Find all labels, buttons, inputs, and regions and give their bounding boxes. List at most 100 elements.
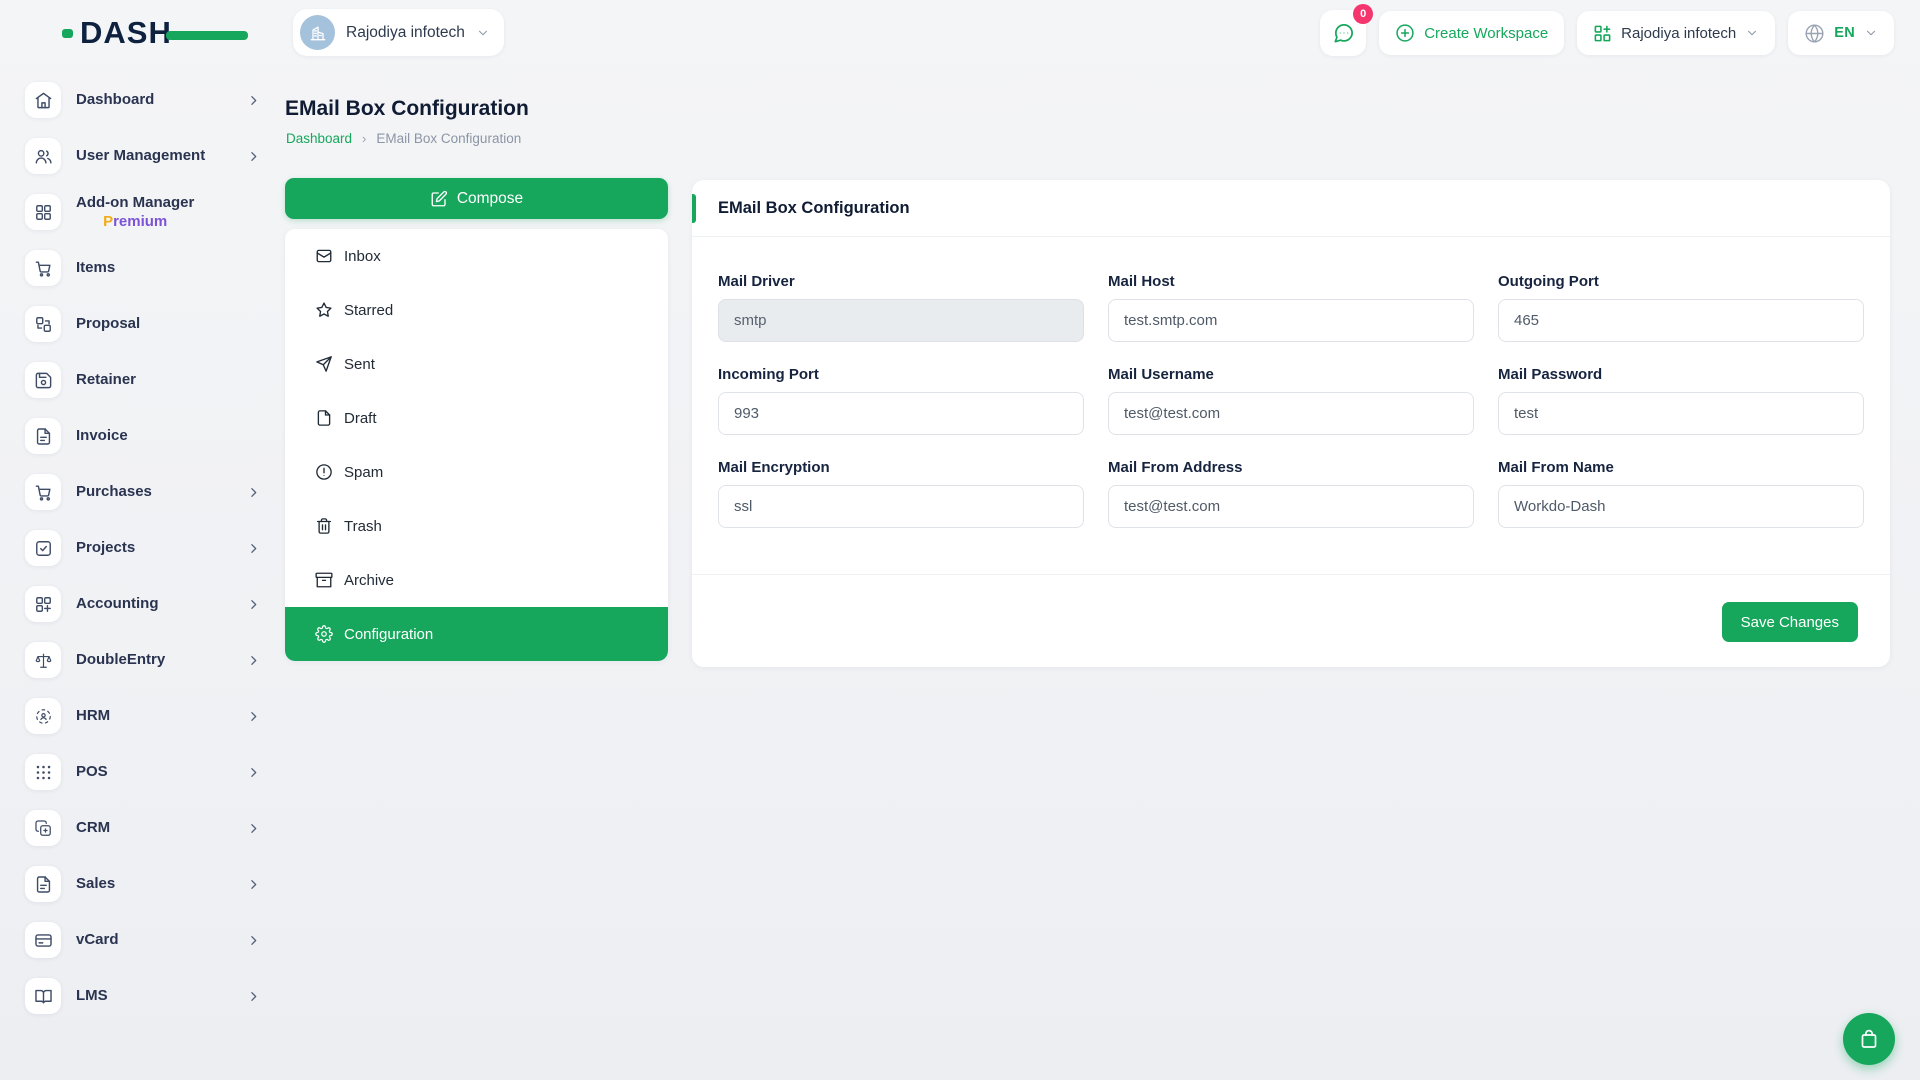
incoming-port-input[interactable] [718, 392, 1084, 435]
mail-host-input[interactable] [1108, 299, 1474, 342]
breadcrumb-separator-icon: › [362, 131, 366, 146]
cart-icon [25, 250, 61, 286]
mail-menu-card: Inbox Starred Sent Draft Spam [285, 229, 668, 661]
file-icon [315, 409, 333, 427]
floating-shop-button[interactable] [1843, 1013, 1895, 1065]
mail-menu-item-draft[interactable]: Draft [285, 391, 668, 445]
logo-bar-accent [166, 31, 248, 40]
sidebar-item-purchases[interactable]: Purchases [25, 464, 260, 520]
sidebar-item-retainer[interactable]: Retainer [25, 352, 260, 408]
sidebar-item-crm[interactable]: CRM [25, 800, 260, 856]
chat-button[interactable]: 0 [1320, 10, 1366, 56]
premium-badge: Premium [76, 212, 194, 232]
sidebar-item-proposal[interactable]: Proposal [25, 296, 260, 352]
check-square-icon [25, 530, 61, 566]
sidebar-item-items[interactable]: Items [25, 240, 260, 296]
create-workspace-button[interactable]: Create Workspace [1379, 11, 1564, 55]
building-avatar-icon [300, 15, 335, 50]
email-config-card: EMail Box Configuration Mail Driver Mail… [692, 180, 1890, 667]
topbar-actions: 0 Create Workspace Rajodiya infotech [1320, 10, 1894, 56]
field-mail-host: Mail Host [1108, 273, 1474, 342]
sidebar-item-vcard[interactable]: vCard [25, 912, 260, 968]
chevron-down-icon [1864, 26, 1878, 40]
mail-menu-item-archive[interactable]: Archive [285, 553, 668, 607]
field-mail-encryption: Mail Encryption [718, 459, 1084, 528]
logo-dash-accent [62, 29, 73, 38]
book-icon [25, 978, 61, 1014]
card-footer: Save Changes [692, 574, 1890, 667]
mail-menu-column: Compose Inbox Starred Sent Draft [285, 178, 668, 661]
sidebar-item-invoice[interactable]: Invoice [25, 408, 260, 464]
shopping-bag-icon [1857, 1027, 1881, 1051]
chevron-right-icon [247, 990, 260, 1003]
plus-circle-icon [1395, 23, 1415, 43]
compose-icon [430, 190, 448, 208]
sidebar-item-hrm[interactable]: HRM [25, 688, 260, 744]
field-outgoing-port: Outgoing Port [1498, 273, 1864, 342]
mail-menu-item-trash[interactable]: Trash [285, 499, 668, 553]
sidebar-item-user-management[interactable]: User Management [25, 128, 260, 184]
archive-icon [315, 571, 333, 589]
mail-encryption-input[interactable] [718, 485, 1084, 528]
mail-menu-item-spam[interactable]: Spam [285, 445, 668, 499]
chevron-right-icon [247, 710, 260, 723]
workspace-switcher[interactable]: Rajodiya infotech [1577, 11, 1775, 55]
mail-menu-item-starred[interactable]: Starred [285, 283, 668, 337]
chevron-right-icon [247, 822, 260, 835]
save-changes-button[interactable]: Save Changes [1722, 602, 1858, 642]
chat-bubble-icon [1332, 22, 1355, 45]
cart-icon [25, 474, 61, 510]
chevron-right-icon [247, 598, 260, 611]
header-accent-bar [692, 194, 696, 223]
inbox-icon [315, 247, 333, 265]
language-code: EN [1834, 25, 1855, 41]
mail-menu-item-sent[interactable]: Sent [285, 337, 668, 391]
main-sidebar: Dashboard User Management Add-on Manager… [25, 72, 260, 1024]
grid-swap-icon [25, 306, 61, 342]
credit-card-icon [25, 922, 61, 958]
field-mail-from-address: Mail From Address [1108, 459, 1474, 528]
star-icon [315, 301, 333, 319]
sidebar-item-doubleentry[interactable]: DoubleEntry [25, 632, 260, 688]
globe-icon [1804, 23, 1825, 44]
workspace-chip-label: Rajodiya infotech [346, 24, 465, 42]
compose-label: Compose [457, 190, 523, 208]
mail-from-address-input[interactable] [1108, 485, 1474, 528]
user-focus-icon [25, 698, 61, 734]
sidebar-item-pos[interactable]: POS [25, 744, 260, 800]
card-title: EMail Box Configuration [718, 199, 910, 218]
chevron-right-icon [247, 150, 260, 163]
gear-icon [315, 625, 333, 643]
chevron-right-icon [247, 542, 260, 555]
sidebar-item-accounting[interactable]: Accounting [25, 576, 260, 632]
sidebar-item-addon-manager[interactable]: Add-on Manager Premium [25, 184, 260, 240]
grid-icon [25, 194, 61, 230]
topbar: DASH Rajodiya infotech 0 [0, 0, 1920, 64]
language-selector[interactable]: EN [1788, 11, 1894, 55]
email-config-form: Mail Driver Mail Host Outgoing Port Inco… [692, 237, 1890, 574]
mail-username-input[interactable] [1108, 392, 1474, 435]
mail-menu-item-inbox[interactable]: Inbox [285, 229, 668, 283]
mail-menu-item-configuration[interactable]: Configuration [285, 607, 668, 661]
sidebar-item-sales[interactable]: Sales [25, 856, 260, 912]
outgoing-port-input[interactable] [1498, 299, 1864, 342]
app-logo[interactable]: DASH [80, 14, 172, 52]
sidebar-item-lms[interactable]: LMS [25, 968, 260, 1024]
page-title: EMail Box Configuration [285, 97, 529, 121]
field-mail-password: Mail Password [1498, 366, 1864, 435]
sidebar-item-projects[interactable]: Projects [25, 520, 260, 576]
card-header: EMail Box Configuration [692, 180, 1890, 237]
chevron-right-icon [247, 878, 260, 891]
compose-button[interactable]: Compose [285, 178, 668, 219]
workspace-chip[interactable]: Rajodiya infotech [293, 9, 504, 56]
chevron-right-icon [247, 94, 260, 107]
breadcrumb-dashboard-link[interactable]: Dashboard [286, 131, 352, 146]
field-mail-from-name: Mail From Name [1498, 459, 1864, 528]
mail-password-input[interactable] [1498, 392, 1864, 435]
sidebar-item-dashboard[interactable]: Dashboard [25, 72, 260, 128]
mail-from-name-input[interactable] [1498, 485, 1864, 528]
create-workspace-label: Create Workspace [1424, 25, 1548, 42]
chevron-right-icon [247, 654, 260, 667]
field-mail-username: Mail Username [1108, 366, 1474, 435]
file-text-icon [25, 418, 61, 454]
